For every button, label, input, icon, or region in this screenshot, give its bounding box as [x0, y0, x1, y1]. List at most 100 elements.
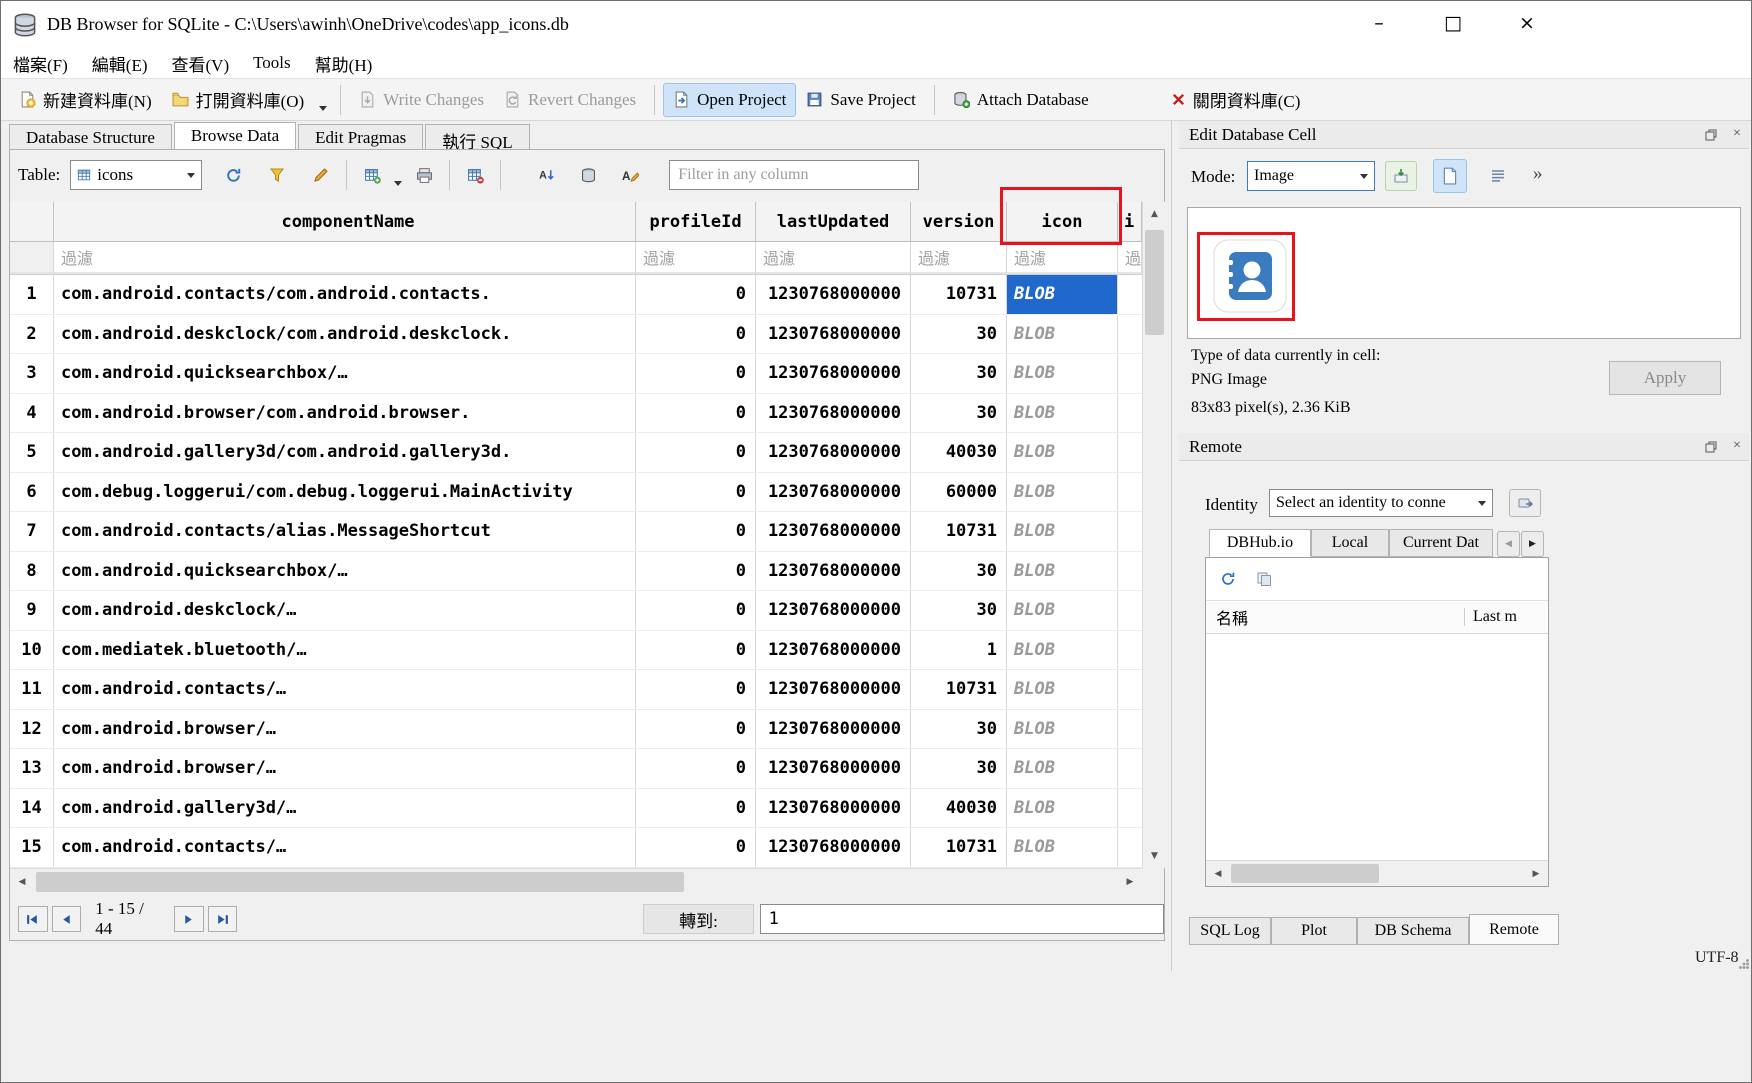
remote-horizontal-scrollbar[interactable]: ◀ ▶ — [1206, 860, 1548, 886]
cell-icon-blob[interactable]: BLOB — [1007, 828, 1118, 867]
cell-partial[interactable] — [1118, 710, 1142, 749]
tab-edit-pragmas[interactable]: Edit Pragmas — [298, 124, 423, 150]
tab-browse-data[interactable]: Browse Data — [174, 122, 296, 150]
insert-record-button[interactable] — [355, 159, 389, 191]
cell-profileid[interactable]: 0 — [636, 394, 756, 433]
cell-lastupdated[interactable]: 1230768000000 — [756, 512, 911, 551]
cell-lastupdated[interactable]: 1230768000000 — [756, 433, 911, 472]
cell-profileid[interactable]: 0 — [636, 710, 756, 749]
cell-partial[interactable] — [1118, 631, 1142, 670]
cell-componentname[interactable]: com.android.browser/… — [54, 749, 636, 788]
cell-icon-blob[interactable]: BLOB — [1007, 394, 1118, 433]
cell-componentname[interactable]: com.mediatek.bluetooth/… — [54, 631, 636, 670]
clear-filters-button[interactable] — [260, 159, 294, 191]
insert-record-dropdown-icon[interactable] — [389, 158, 407, 192]
cell-lastupdated[interactable]: 1230768000000 — [756, 749, 911, 788]
cell-componentname[interactable]: com.android.contacts/com.android.contact… — [54, 275, 636, 314]
row-number[interactable]: 14 — [10, 789, 54, 828]
minimize-button[interactable]: – — [1353, 1, 1405, 45]
next-page-button[interactable] — [174, 906, 204, 932]
cell-icon-blob[interactable]: BLOB — [1007, 591, 1118, 630]
cell-componentname[interactable]: com.android.browser/com.android.browser. — [54, 394, 636, 433]
encoding-status[interactable]: UTF-8 — [1695, 949, 1739, 967]
cell-version[interactable]: 10731 — [911, 275, 1007, 314]
image-view-button[interactable] — [1433, 159, 1467, 193]
cell-version[interactable]: 40030 — [911, 433, 1007, 472]
cell-partial[interactable] — [1118, 591, 1142, 630]
cell-partial[interactable] — [1118, 354, 1142, 393]
filter-input-partial[interactable]: 過濾 — [1118, 242, 1142, 274]
scroll-left-icon[interactable]: ◀ — [10, 869, 34, 895]
cell-profileid[interactable]: 0 — [636, 552, 756, 591]
float-panel-icon[interactable] — [1701, 127, 1721, 143]
cell-partial[interactable] — [1118, 749, 1142, 788]
cell-version[interactable]: 60000 — [911, 473, 1007, 512]
horizontal-scroll-thumb[interactable] — [1231, 864, 1379, 883]
remote-dock-header[interactable]: Remote — [1179, 433, 1749, 461]
cell-icon-blob[interactable]: BLOB — [1007, 749, 1118, 788]
cell-version[interactable]: 30 — [911, 552, 1007, 591]
cell-image-preview[interactable] — [1187, 207, 1741, 339]
remote-refresh-button[interactable] — [1214, 565, 1242, 593]
cell-lastupdated[interactable]: 1230768000000 — [756, 354, 911, 393]
cell-componentname[interactable]: com.android.browser/… — [54, 710, 636, 749]
cell-lastupdated[interactable]: 1230768000000 — [756, 473, 911, 512]
cell-profileid[interactable]: 0 — [636, 275, 756, 314]
filter-input-version[interactable]: 過濾 — [911, 242, 1007, 274]
row-number[interactable]: 12 — [10, 710, 54, 749]
cell-lastupdated[interactable]: 1230768000000 — [756, 394, 911, 433]
cell-version[interactable]: 30 — [911, 354, 1007, 393]
cell-profileid[interactable]: 0 — [636, 631, 756, 670]
identity-selector[interactable]: Select an identity to conne — [1269, 489, 1493, 517]
cell-version[interactable]: 30 — [911, 315, 1007, 354]
cell-partial[interactable] — [1118, 473, 1142, 512]
cell-componentname[interactable]: com.android.quicksearchbox/… — [54, 354, 636, 393]
save-filter-button[interactable] — [304, 159, 338, 191]
scroll-up-icon[interactable]: ▲ — [1143, 202, 1166, 226]
goto-record-input[interactable] — [760, 904, 1164, 934]
dock-tab-sql-log[interactable]: SQL Log — [1189, 917, 1271, 945]
column-header-componentname[interactable]: componentName — [54, 202, 636, 241]
tab-scroll-right-icon[interactable]: ▶ — [1521, 531, 1544, 557]
cell-version[interactable]: 10731 — [911, 512, 1007, 551]
apply-button[interactable]: Apply — [1609, 361, 1721, 395]
cell-version[interactable]: 10731 — [911, 828, 1007, 867]
cell-lastupdated[interactable]: 1230768000000 — [756, 315, 911, 354]
cell-profileid[interactable]: 0 — [636, 670, 756, 709]
toolbar-overflow-icon[interactable]: » — [1533, 163, 1543, 185]
filter-input-lastupdated[interactable]: 過濾 — [756, 242, 911, 274]
cell-componentname[interactable]: com.debug.loggerui/com.debug.loggerui.Ma… — [54, 473, 636, 512]
cell-lastupdated[interactable]: 1230768000000 — [756, 631, 911, 670]
row-number[interactable]: 13 — [10, 749, 54, 788]
cell-profileid[interactable]: 0 — [636, 749, 756, 788]
scroll-right-icon[interactable]: ▶ — [1524, 861, 1548, 886]
menu-edit[interactable]: 編輯(E) — [80, 48, 160, 78]
refresh-button[interactable] — [216, 159, 250, 191]
row-number[interactable]: 6 — [10, 473, 54, 512]
vertical-scroll-thumb[interactable] — [1145, 230, 1164, 335]
row-number[interactable]: 11 — [10, 670, 54, 709]
close-panel-icon[interactable]: × — [1727, 438, 1747, 454]
grid-vertical-scrollbar[interactable]: ▲ ▼ — [1142, 202, 1165, 868]
remote-column-lastmodified[interactable]: Last m — [1464, 608, 1517, 626]
remote-column-name[interactable]: 名稱 — [1206, 605, 1464, 629]
filter-input-profileid[interactable]: 過濾 — [636, 242, 756, 274]
resize-grip[interactable] — [1739, 959, 1749, 969]
column-header-icon[interactable]: icon — [1007, 202, 1118, 241]
open-database-button[interactable]: 打開資料庫(O) — [162, 83, 315, 117]
cell-profileid[interactable]: 0 — [636, 828, 756, 867]
open-database-dropdown-icon[interactable] — [314, 83, 332, 117]
cell-lastupdated[interactable]: 1230768000000 — [756, 275, 911, 314]
cell-componentname[interactable]: com.android.deskclock/… — [54, 591, 636, 630]
column-header-version[interactable]: version — [911, 202, 1007, 241]
cell-componentname[interactable]: com.android.gallery3d/com.android.galler… — [54, 433, 636, 472]
print-button[interactable] — [407, 159, 441, 191]
menu-view[interactable]: 查看(V) — [160, 48, 242, 78]
row-number[interactable]: 10 — [10, 631, 54, 670]
tab-scroll-left-icon[interactable]: ◀ — [1497, 531, 1520, 557]
cell-icon-blob[interactable]: BLOB — [1007, 552, 1118, 591]
title-bar[interactable]: DB Browser for SQLite - C:\Users\awinh\O… — [1, 1, 1751, 48]
cell-icon-blob[interactable]: BLOB — [1007, 315, 1118, 354]
grid-horizontal-scrollbar[interactable]: ◀ ▶ — [10, 868, 1142, 894]
cell-icon-blob[interactable]: BLOB — [1007, 710, 1118, 749]
